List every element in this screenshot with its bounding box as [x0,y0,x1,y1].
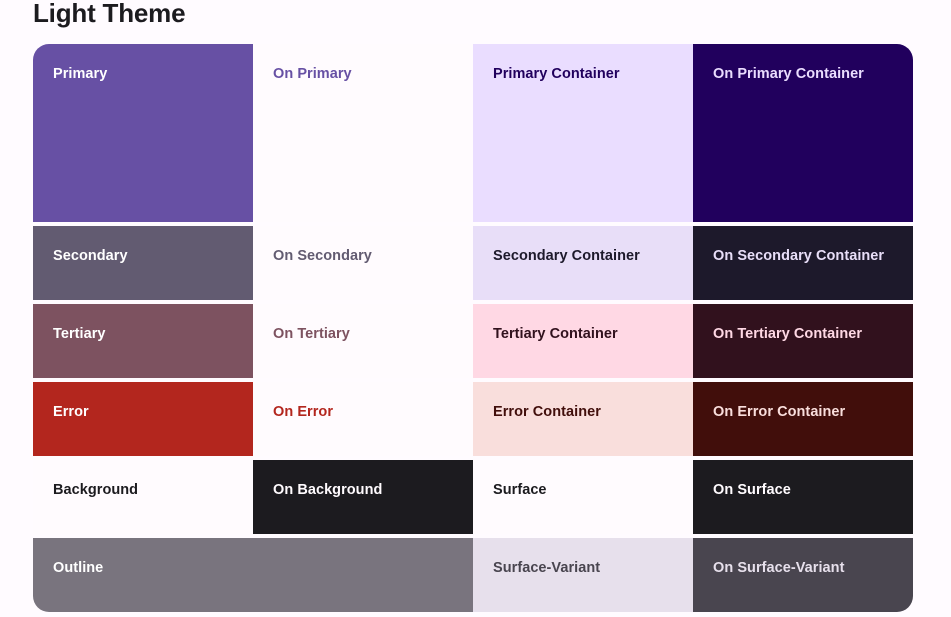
swatch-error[interactable]: Error [33,382,253,456]
swatch-label: Tertiary Container [493,326,618,342]
swatch-on-primary[interactable]: On Primary [253,44,473,222]
palette-row-outline-variant: Outline Surface-Variant On Surface-Varia… [33,538,913,612]
swatch-tertiary[interactable]: Tertiary [33,304,253,378]
swatch-on-background[interactable]: On Background [253,460,473,534]
swatch-on-secondary-container[interactable]: On Secondary Container [693,226,913,300]
swatch-on-tertiary-container[interactable]: On Tertiary Container [693,304,913,378]
swatch-label: On Surface-Variant [713,560,845,576]
swatch-label: On Tertiary [273,326,350,342]
swatch-tertiary-container[interactable]: Tertiary Container [473,304,693,378]
swatch-error-container[interactable]: Error Container [473,382,693,456]
palette-row-background-surface: Background On Background Surface On Surf… [33,460,913,534]
swatch-on-primary-container[interactable]: On Primary Container [693,44,913,222]
page-title: Light Theme [33,0,186,28]
swatch-on-error[interactable]: On Error [253,382,473,456]
swatch-secondary[interactable]: Secondary [33,226,253,300]
swatch-primary[interactable]: Primary [33,44,253,222]
light-theme-palette-page: Light Theme Primary On Primary Primary C… [0,0,951,617]
swatch-label: On Tertiary Container [713,326,863,342]
swatch-background[interactable]: Background [33,460,253,534]
swatch-on-surface[interactable]: On Surface [693,460,913,534]
swatch-on-error-container[interactable]: On Error Container [693,382,913,456]
swatch-label: Error [53,404,89,420]
swatch-label: Tertiary [53,326,106,342]
swatch-label: On Secondary [273,248,372,264]
swatch-label: On Primary Container [713,66,864,82]
swatch-label: On Error [273,404,334,420]
color-palette-grid: Primary On Primary Primary Container On … [33,44,913,612]
swatch-label: Background [53,482,139,498]
swatch-secondary-container[interactable]: Secondary Container [473,226,693,300]
swatch-label: Secondary [53,248,128,264]
swatch-on-secondary[interactable]: On Secondary [253,226,473,300]
palette-row-primary: Primary On Primary Primary Container On … [33,44,913,222]
swatch-outline[interactable]: Outline [33,538,473,612]
swatch-label: Error Container [493,404,601,420]
swatch-label: On Error Container [713,404,846,420]
swatch-label: Surface-Variant [493,560,601,576]
swatch-label: Primary [53,66,108,82]
palette-row-tertiary: Tertiary On Tertiary Tertiary Container … [33,304,913,378]
palette-row-error: Error On Error Error Container On Error … [33,382,913,456]
swatch-label: Primary Container [493,66,620,82]
swatch-surface[interactable]: Surface [473,460,693,534]
swatch-surface-variant[interactable]: Surface-Variant [473,538,693,612]
swatch-label: Secondary Container [493,248,640,264]
swatch-on-surface-variant[interactable]: On Surface-Variant [693,538,913,612]
swatch-label: On Secondary Container [713,248,885,264]
swatch-label: On Background [273,482,383,498]
swatch-label: On Primary [273,66,352,82]
palette-row-secondary: Secondary On Secondary Secondary Contain… [33,226,913,300]
swatch-primary-container[interactable]: Primary Container [473,44,693,222]
swatch-label: On Surface [713,482,791,498]
swatch-label: Outline [53,560,104,576]
swatch-label: Surface [493,482,547,498]
swatch-on-tertiary[interactable]: On Tertiary [253,304,473,378]
